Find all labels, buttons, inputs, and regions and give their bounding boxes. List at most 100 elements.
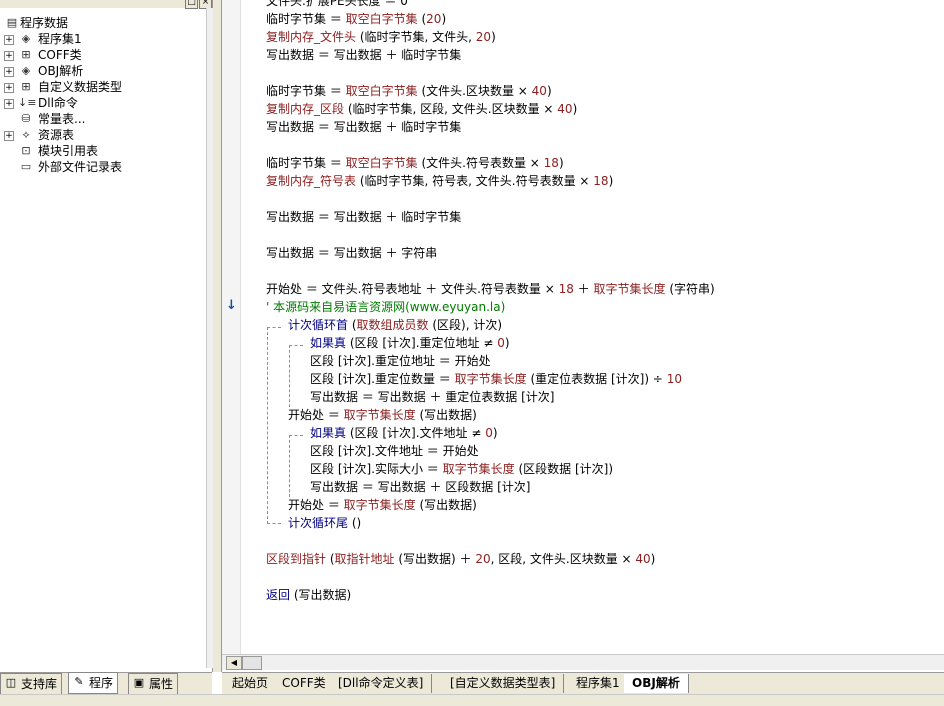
tree-item-label: 常量表... (38, 112, 86, 126)
code-line[interactable]: 区段 [计次].文件地址 ＝ 开始处 (310, 442, 479, 460)
code-text: ) (650, 552, 656, 566)
document-tab[interactable]: [自定义数据类型表] (442, 674, 565, 693)
code-text: ) (504, 336, 510, 350)
document-tab[interactable]: OBJ解析 (624, 674, 689, 693)
code-keyword: 取指针地址 (334, 552, 395, 566)
tree-item-label: 外部文件记录表 (38, 160, 123, 174)
code-line[interactable]: 写出数据 ＝ 写出数据 ＋ 区段数据 [计次] (310, 478, 530, 496)
code-line[interactable]: 临时字节集 ＝ 取空白字节集 (文件头.符号表数量 × 18) (266, 154, 564, 172)
code-text: 开始处 ＝ (288, 498, 344, 512)
code-line[interactable]: 文件头.扩展PE头长度 ＝ 0 (266, 0, 408, 10)
code-line[interactable]: 写出数据 ＝ 写出数据 ＋ 字符串 (266, 244, 437, 262)
scroll-left-icon[interactable]: ◀ (226, 656, 242, 670)
code-keyword: 0 (497, 336, 505, 350)
code-line[interactable]: 如果真 (区段 [计次].重定位地址 ≠ 0) (310, 334, 510, 352)
code-text: ( (326, 552, 335, 566)
code-text: ) (491, 30, 496, 44)
panel-tab-label: 支持库 (21, 677, 58, 691)
code-text: , 区段, 文件头.区块数量 × (490, 552, 636, 566)
code-line[interactable]: 区段到指针 (取指针地址 (写出数据) ＋ 20, 区段, 文件头.区块数量 ×… (266, 550, 655, 568)
document-tab[interactable]: [Dll命令定义表] (330, 674, 433, 693)
code-keyword: 如果真 (310, 336, 347, 350)
expand-toggle-icon[interactable]: + (4, 35, 14, 45)
code-line[interactable]: 写出数据 ＝ 写出数据 ＋ 临时字节集 (266, 208, 461, 226)
tree-item-label: 自定义数据类型 (38, 80, 123, 94)
dll-command-icon: ↓≡ (18, 96, 37, 109)
document-tab[interactable]: 起始页 (224, 674, 278, 693)
code-text: 临时字节集 ＝ (266, 12, 346, 26)
panel-splitter[interactable] (213, 0, 222, 672)
code-line[interactable]: 复制内存_符号表 (临时字节集, 符号表, 文件头.符号表数量 × 18) (266, 172, 613, 190)
code-keyword: 复制内存_文件头 (266, 30, 357, 44)
code-text: 区段 [计次].实际大小 ＝ (310, 462, 443, 476)
properties-icon: ▣ (133, 676, 145, 689)
module-stack-icon: ◈ (21, 64, 31, 77)
code-text: ＋ (573, 282, 594, 296)
code-keyword: 取字节集长度 (343, 408, 416, 422)
tree-item-label: 程序集1 (38, 32, 82, 46)
code-line[interactable]: 写出数据 ＝ 写出数据 ＋ 临时字节集 (266, 46, 461, 64)
panel-tab[interactable]: ◫ 支持库 (0, 673, 63, 695)
code-keyword: 20 (475, 30, 492, 44)
code-line[interactable]: 复制内存_区段 (临时字节集, 区段, 文件头.区块数量 × 40) (266, 100, 577, 118)
code-text: (写出数据) (415, 498, 477, 512)
expand-toggle-icon[interactable]: + (4, 99, 14, 109)
if-guide-top-2 (289, 435, 303, 436)
code-line[interactable]: 计次循环首 (取数组成员数 (区段), 计次) (288, 316, 502, 334)
code-text: (写出数据) (290, 588, 352, 602)
code-text: (临时字节集, 区段, 文件头.区块数量 × (344, 102, 558, 116)
code-text: ( (417, 12, 427, 26)
code-line[interactable]: 临时字节集 ＝ 取空白字节集 (20) (266, 10, 446, 28)
expand-toggle-icon[interactable]: + (4, 67, 14, 77)
code-keyword: 40 (531, 84, 547, 98)
expand-toggle-icon[interactable]: + (4, 83, 14, 93)
scroll-thumb[interactable] (242, 656, 262, 670)
code-text: (区段 [计次].文件地址 ≠ (346, 426, 486, 440)
code-line[interactable]: 区段 [计次].实际大小 ＝ 取字节集长度 (区段数据 [计次]) (310, 460, 613, 478)
code-text: ) (608, 174, 614, 188)
code-line[interactable]: 计次循环尾 () (288, 514, 361, 532)
code-keyword: 0 (485, 426, 493, 440)
horizontal-scrollbar[interactable]: ◀ (222, 654, 944, 670)
code-text: 开始处 ＝ 文件头.符号表地址 ＋ 文件头.符号表数量 × (266, 282, 559, 296)
code-line[interactable]: 复制内存_文件头 (临时字节集, 文件头, 20) (266, 28, 496, 46)
module-stack-icon: ◈ (21, 32, 31, 45)
code-line[interactable]: 临时字节集 ＝ 取空白字节集 (文件头.区块数量 × 40) (266, 82, 552, 100)
code-keyword: 如果真 (310, 426, 347, 440)
expand-toggle-icon[interactable]: + (4, 51, 14, 61)
panel-tab[interactable]: ▣ 属性 (128, 673, 179, 695)
code-text: 写出数据 ＝ 写出数据 ＋ 临时字节集 (266, 120, 462, 134)
code-keyword: 18 (558, 282, 574, 296)
code-text: (文件头.符号表数量 × (417, 156, 544, 170)
code-line[interactable]: 开始处 ＝ 取字节集长度 (写出数据) (288, 406, 477, 424)
panel-titlebar: □ × (0, 0, 212, 9)
code-keyword: 计次循环尾 (288, 516, 349, 530)
panel-tab-label: 程序 (89, 676, 114, 690)
code-editor[interactable]: ↓ 文件头.扩展PE头长度 ＝ 0 临时字节集 ＝ 取空白字节集 (20) 复制内存… (222, 0, 944, 654)
module-ref-icon: ⊡ (21, 144, 31, 157)
code-line[interactable]: 写出数据 ＝ 写出数据 ＋ 临时字节集 (266, 118, 461, 136)
code-keyword: 返回 (266, 588, 291, 602)
code-keyword: 复制内存_符号表 (266, 174, 357, 188)
panel-tab[interactable]: ✎ 程序 (68, 672, 119, 694)
expand-toggle-icon[interactable]: + (4, 131, 14, 141)
code-keyword: 40 (635, 552, 651, 566)
code-line[interactable]: 开始处 ＝ 取字节集长度 (写出数据) (288, 496, 477, 514)
code-line[interactable]: 区段 [计次].重定位数量 ＝ 取字节集长度 (重定位表数据 [计次]) ÷ 1… (310, 370, 682, 388)
document-tab-bar: 起始页 COFF类 [Dll命令定义表] [自定义数据类型表] 程序集1 OBJ解析 (222, 672, 944, 695)
code-line[interactable]: 返回 (写出数据) (266, 586, 351, 604)
tree-item-label: Dll命令 (38, 96, 78, 110)
document-tab[interactable]: COFF类 (274, 674, 335, 693)
document-tab[interactable]: 程序集1 (568, 674, 629, 693)
file-record-icon: ▭ (20, 160, 32, 173)
code-line[interactable]: 写出数据 ＝ 写出数据 ＋ 重定位表数据 [计次] (310, 388, 554, 406)
root-icon: ▤ (6, 16, 18, 29)
code-line[interactable]: 如果真 (区段 [计次].文件地址 ≠ 0) (310, 424, 498, 442)
code-line[interactable]: ' 本源码来自易语言资源网(www.eyuyan.la) (266, 298, 505, 316)
panel-restore-button[interactable]: □ (185, 0, 198, 9)
tree-scrollbar[interactable] (206, 8, 213, 668)
library-icon: ◫ (5, 676, 17, 689)
code-line[interactable]: 区段 [计次].重定位地址 ＝ 开始处 (310, 352, 491, 370)
code-line[interactable]: 开始处 ＝ 文件头.符号表地址 ＋ 文件头.符号表数量 × 18 ＋ 取字节集长… (266, 280, 715, 298)
code-comment: ' 本源码来自易语言资源网(www.eyuyan.la) (266, 300, 506, 314)
